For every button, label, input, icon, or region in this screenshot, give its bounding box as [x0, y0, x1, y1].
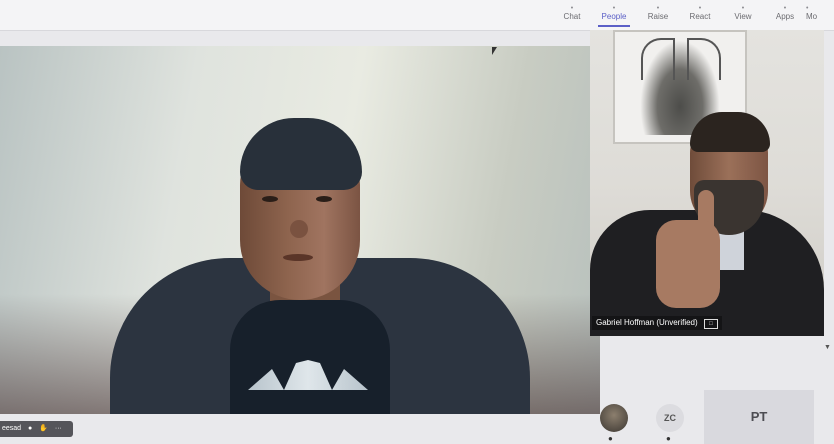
raise-hand-icon: ✋	[39, 425, 48, 432]
toolbar-more-button[interactable]: • Mo	[806, 6, 834, 21]
screen-share-icon: □	[703, 319, 718, 329]
participant-name-label: Gabriel Hoffman (Unverified) □	[592, 316, 722, 330]
participant-cap	[240, 118, 362, 190]
avatar-zc[interactable]: ZC	[656, 404, 684, 432]
toolbar-react-button[interactable]: • React	[678, 5, 722, 21]
self-name: eesad	[2, 425, 22, 432]
toolbar-people-button[interactable]: • People	[592, 5, 636, 27]
mouse-cursor-icon	[492, 47, 497, 55]
chevron-down-icon[interactable]: ▼	[824, 344, 831, 351]
toolbar-apps-button[interactable]: • Apps	[763, 5, 807, 21]
self-name-bar: eesad ● ✋ ···	[0, 421, 73, 437]
main-video-feed[interactable]	[0, 46, 600, 414]
toolbar-people-label: People	[601, 12, 627, 21]
more-options-button[interactable]: ···	[55, 425, 62, 432]
toolbar-view-label: View	[734, 12, 752, 21]
mic-icon: ●	[666, 434, 671, 443]
toolbar-chat-label: Chat	[563, 12, 581, 21]
toolbar-more-label: Mo	[806, 12, 818, 21]
toolbar-react-label: React	[689, 12, 711, 21]
participant-hand	[656, 220, 720, 308]
avatar-pt[interactable]: PT	[704, 390, 814, 444]
meeting-toolbar: • Chat • People • Raise • React • View •…	[0, 0, 834, 31]
toolbar-chat-button[interactable]: • Chat	[550, 5, 594, 21]
toolbar-raise-label: Raise	[647, 12, 669, 21]
participant-name: Gabriel Hoffman (Unverified)	[596, 318, 698, 327]
avatar-photo[interactable]	[600, 404, 628, 432]
mic-icon: ●	[608, 434, 613, 443]
toolbar-apps-label: Apps	[775, 12, 795, 21]
toolbar-view-button[interactable]: • View	[721, 5, 765, 21]
toolbar-raise-button[interactable]: • Raise	[636, 5, 680, 21]
side-video-feed[interactable]	[590, 30, 824, 336]
mic-icon: ●	[28, 425, 33, 432]
